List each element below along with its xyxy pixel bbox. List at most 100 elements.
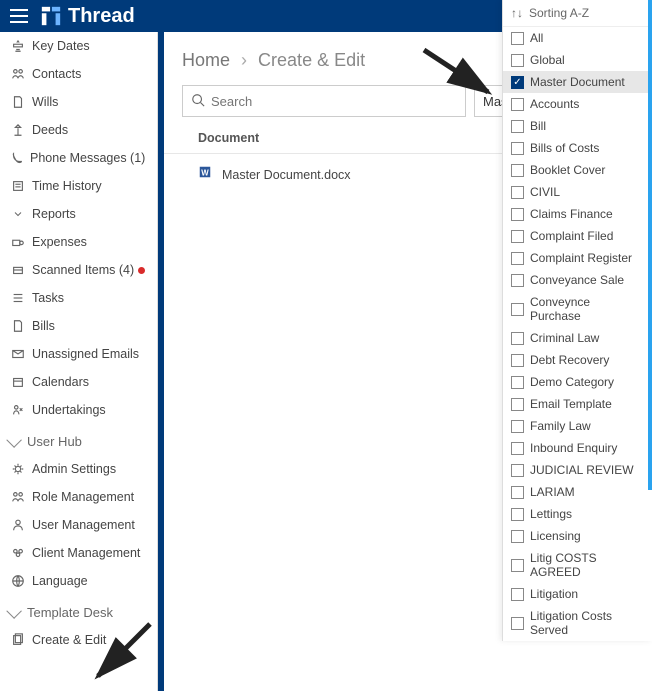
sidebar-item[interactable]: Undertakings — [0, 396, 157, 424]
sidebar-item[interactable]: Contacts — [0, 60, 157, 88]
filter-option[interactable]: LARIAM — [503, 481, 652, 503]
filter-option[interactable]: Conveyance Sale — [503, 269, 652, 291]
breadcrumb-root[interactable]: Home — [182, 50, 230, 70]
checkbox-icon — [511, 303, 524, 316]
sidebar-item-icon — [10, 94, 26, 110]
filter-option-label: Global — [530, 53, 565, 67]
sidebar-item[interactable]: Bills — [0, 312, 157, 340]
brand: Thread — [40, 5, 135, 28]
filter-option[interactable]: Licensing — [503, 525, 652, 547]
checkbox-icon — [511, 376, 524, 389]
scrollbar[interactable] — [648, 0, 652, 490]
brand-name: Thread — [68, 5, 135, 28]
filter-option[interactable]: Complaint Register — [503, 247, 652, 269]
checkbox-icon — [511, 420, 524, 433]
sidebar-item-icon — [10, 517, 26, 533]
sidebar-item[interactable]: Time History — [0, 172, 157, 200]
search-field[interactable] — [211, 94, 457, 109]
sidebar-item-icon — [10, 573, 26, 589]
filter-option[interactable]: Booklet Cover — [503, 159, 652, 181]
filter-option[interactable]: Bill — [503, 115, 652, 137]
filter-option[interactable]: Complaint Filed — [503, 225, 652, 247]
checkbox-icon — [511, 486, 524, 499]
sidebar-item[interactable]: Phone Messages (1) — [0, 144, 157, 172]
filter-option[interactable]: ✓ Master Document — [503, 71, 652, 93]
filter-option[interactable]: Bills of Costs — [503, 137, 652, 159]
checkbox-icon — [511, 398, 524, 411]
accent-bar — [158, 32, 164, 691]
sidebar-item[interactable]: User Management — [0, 511, 157, 539]
filter-option-label: Litigation Costs Served — [530, 609, 644, 637]
sidebar-item-label: Role Management — [32, 490, 134, 504]
search-input[interactable] — [182, 85, 466, 117]
sidebar-section-header[interactable]: User Hub — [0, 424, 157, 455]
sidebar-item-label: Bills — [32, 319, 55, 333]
sidebar-item-label: Wills — [32, 95, 58, 109]
sidebar-item[interactable]: Unassigned Emails — [0, 340, 157, 368]
filter-option-label: Criminal Law — [530, 331, 599, 345]
sidebar-item[interactable]: Calendars — [0, 368, 157, 396]
filter-option[interactable]: Litigation Costs Served — [503, 605, 652, 641]
sidebar-item[interactable]: Deeds — [0, 116, 157, 144]
filter-option[interactable]: Email Template — [503, 393, 652, 415]
filter-option[interactable]: JUDICIAL REVIEW — [503, 459, 652, 481]
sidebar-item[interactable]: Role Management — [0, 483, 157, 511]
sidebar-item[interactable]: Scanned Items (4) — [0, 256, 157, 284]
filter-option[interactable]: Demo Category — [503, 371, 652, 393]
checkbox-icon — [511, 98, 524, 111]
checkbox-icon — [511, 274, 524, 287]
filter-option-label: Bills of Costs — [530, 141, 599, 155]
sidebar-item-icon — [10, 461, 26, 477]
filter-option[interactable]: Criminal Law — [503, 327, 652, 349]
sidebar-item-label: Tasks — [32, 291, 64, 305]
sidebar-item[interactable]: Reports — [0, 200, 157, 228]
sidebar-item[interactable]: Wills — [0, 88, 157, 116]
sidebar-item-icon — [10, 206, 26, 222]
filter-option-label: Complaint Register — [530, 251, 632, 265]
sort-toggle[interactable]: ↑↓ Sorting A-Z — [503, 0, 652, 27]
sidebar-item[interactable]: Key Dates — [0, 32, 157, 60]
sidebar: Key Dates Contacts Wills DeedsPhone Message… — [0, 32, 158, 691]
category-filter-panel: ↑↓ Sorting A-Z All Global ✓ Master Document… — [502, 0, 652, 641]
sidebar-item-label: Reports — [32, 207, 76, 221]
sidebar-item[interactable]: Client Management — [0, 539, 157, 567]
checkbox-icon: ✓ — [511, 76, 524, 89]
sidebar-item[interactable]: Create & Edit — [0, 626, 157, 654]
sidebar-item-icon — [10, 318, 26, 334]
filter-option-label: Master Document — [530, 75, 625, 89]
sidebar-item[interactable]: Language — [0, 567, 157, 595]
checkbox-icon — [511, 186, 524, 199]
filter-option[interactable]: Litigation — [503, 583, 652, 605]
sort-icon: ↑↓ — [511, 6, 523, 20]
filter-option-label: Litig COSTS AGREED — [530, 551, 644, 579]
sidebar-item-icon — [10, 290, 26, 306]
filter-option[interactable]: Litig COSTS AGREED — [503, 547, 652, 583]
hamburger-menu-icon[interactable] — [10, 7, 28, 25]
sidebar-item[interactable]: Expenses — [0, 228, 157, 256]
sidebar-item-icon — [10, 489, 26, 505]
checkbox-icon — [511, 252, 524, 265]
filter-option-label: Bill — [530, 119, 546, 133]
filter-option[interactable]: Global — [503, 49, 652, 71]
filter-option[interactable]: Debt Recovery — [503, 349, 652, 371]
sidebar-item[interactable]: Admin Settings — [0, 455, 157, 483]
sidebar-section-header[interactable]: Template Desk — [0, 595, 157, 626]
column-document[interactable]: Document — [198, 131, 514, 145]
filter-option-label: Complaint Filed — [530, 229, 613, 243]
filter-option-label: Conveynce Purchase — [530, 295, 644, 323]
filter-option[interactable]: Claims Finance — [503, 203, 652, 225]
filter-option[interactable]: Family Law — [503, 415, 652, 437]
sidebar-item-label: User Management — [32, 518, 135, 532]
filter-option[interactable]: CIVIL — [503, 181, 652, 203]
sidebar-item-icon — [10, 346, 26, 362]
filter-option[interactable]: Conveynce Purchase — [503, 291, 652, 327]
sidebar-item-label: Expenses — [32, 235, 87, 249]
filter-option-label: Claims Finance — [530, 207, 613, 221]
filter-option[interactable]: Accounts — [503, 93, 652, 115]
filter-option[interactable]: Inbound Enquiry — [503, 437, 652, 459]
filter-option[interactable]: Lettings — [503, 503, 652, 525]
filter-option[interactable]: All — [503, 27, 652, 49]
checkbox-icon — [511, 559, 524, 572]
sidebar-item-label: Contacts — [32, 67, 81, 81]
sidebar-item[interactable]: Tasks — [0, 284, 157, 312]
